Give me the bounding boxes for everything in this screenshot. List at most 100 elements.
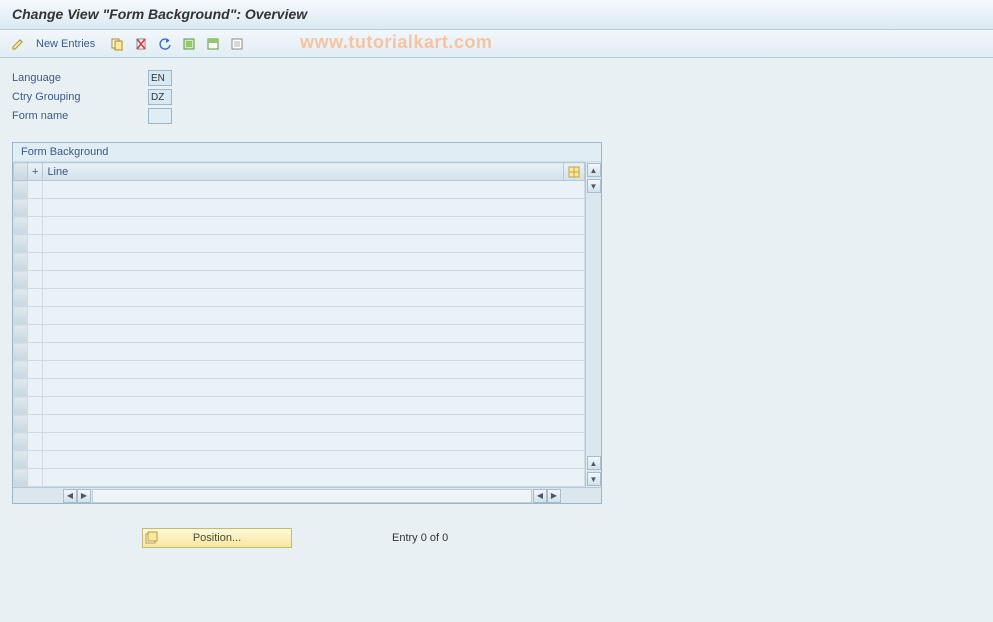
row-selector[interactable]	[14, 415, 28, 433]
horizontal-scrollbar[interactable]: ◀ ▶ ◀ ▶	[13, 487, 601, 503]
plus-cell[interactable]	[28, 181, 43, 199]
form-background-panel: Form Background + Line ▲ ▼	[12, 142, 602, 504]
plus-cell[interactable]	[28, 415, 43, 433]
scroll-right-icon[interactable]: ▶	[77, 489, 91, 503]
row-selector[interactable]	[14, 397, 28, 415]
select-block-icon[interactable]	[203, 34, 223, 54]
form-name-field[interactable]	[148, 108, 172, 124]
row-selector[interactable]	[14, 469, 28, 487]
line-cell[interactable]	[43, 307, 585, 325]
plus-column-header[interactable]: +	[28, 163, 43, 181]
footer-area: Position... Entry 0 of 0	[12, 528, 981, 548]
row-selector[interactable]	[14, 361, 28, 379]
row-selector[interactable]	[14, 181, 28, 199]
table-row	[14, 415, 585, 433]
copy-icon[interactable]	[107, 34, 127, 54]
row-selector[interactable]	[14, 343, 28, 361]
line-cell[interactable]	[43, 379, 585, 397]
line-cell[interactable]	[43, 433, 585, 451]
table-row	[14, 379, 585, 397]
plus-cell[interactable]	[28, 361, 43, 379]
plus-cell[interactable]	[28, 217, 43, 235]
plus-cell[interactable]	[28, 271, 43, 289]
undo-icon[interactable]	[155, 34, 175, 54]
line-cell[interactable]	[43, 415, 585, 433]
plus-cell[interactable]	[28, 397, 43, 415]
scroll-down-icon[interactable]: ▼	[587, 179, 601, 193]
row-selector[interactable]	[14, 433, 28, 451]
watermark-text: www.tutorialkart.com	[300, 32, 492, 53]
row-selector[interactable]	[14, 379, 28, 397]
content-area: Language Ctry Grouping Form name Form Ba…	[0, 58, 993, 560]
table-row	[14, 289, 585, 307]
deselect-all-icon[interactable]	[227, 34, 247, 54]
row-selector[interactable]	[14, 217, 28, 235]
toolbar: New Entries www.tutorialkart.com	[0, 30, 993, 58]
table-row	[14, 235, 585, 253]
plus-cell[interactable]	[28, 289, 43, 307]
line-cell[interactable]	[43, 469, 585, 487]
line-cell[interactable]	[43, 235, 585, 253]
table-row	[14, 469, 585, 487]
scroll-left-end-icon[interactable]: ◀	[533, 489, 547, 503]
row-selector[interactable]	[14, 325, 28, 343]
plus-cell[interactable]	[28, 469, 43, 487]
line-column-header[interactable]: Line	[43, 163, 564, 181]
page-title: Change View "Form Background": Overview	[0, 0, 993, 30]
table-row	[14, 307, 585, 325]
plus-cell[interactable]	[28, 325, 43, 343]
ctry-grouping-field[interactable]	[148, 89, 172, 105]
plus-cell[interactable]	[28, 343, 43, 361]
table-row	[14, 433, 585, 451]
table-row	[14, 451, 585, 469]
scroll-right-end-icon[interactable]: ▶	[547, 489, 561, 503]
toggle-display-change-icon[interactable]	[8, 34, 28, 54]
vertical-scrollbar[interactable]: ▲ ▼ ▲ ▼	[585, 162, 601, 487]
delete-icon[interactable]	[131, 34, 151, 54]
line-cell[interactable]	[43, 271, 585, 289]
table-row	[14, 199, 585, 217]
scroll-down-bottom-icon[interactable]: ▼	[587, 472, 601, 486]
select-all-icon[interactable]	[179, 34, 199, 54]
scroll-up-bottom-icon[interactable]: ▲	[587, 456, 601, 470]
row-selector[interactable]	[14, 289, 28, 307]
line-cell[interactable]	[43, 253, 585, 271]
plus-cell[interactable]	[28, 451, 43, 469]
row-selector[interactable]	[14, 235, 28, 253]
line-cell[interactable]	[43, 343, 585, 361]
line-cell[interactable]	[43, 217, 585, 235]
line-cell[interactable]	[43, 361, 585, 379]
plus-cell[interactable]	[28, 235, 43, 253]
row-selector-header[interactable]	[14, 163, 28, 181]
line-cell[interactable]	[43, 181, 585, 199]
table-row	[14, 271, 585, 289]
plus-cell[interactable]	[28, 199, 43, 217]
plus-cell[interactable]	[28, 253, 43, 271]
scroll-left-icon[interactable]: ◀	[63, 489, 77, 503]
language-field[interactable]	[148, 70, 172, 86]
grid-table: + Line	[13, 162, 585, 487]
row-selector[interactable]	[14, 451, 28, 469]
line-cell[interactable]	[43, 199, 585, 217]
line-cell[interactable]	[43, 397, 585, 415]
new-entries-button[interactable]: New Entries	[32, 38, 103, 50]
line-cell[interactable]	[43, 451, 585, 469]
form-name-label: Form name	[12, 110, 142, 122]
table-row	[14, 361, 585, 379]
position-button[interactable]: Position...	[142, 528, 292, 548]
row-selector[interactable]	[14, 307, 28, 325]
table-row	[14, 397, 585, 415]
line-cell[interactable]	[43, 289, 585, 307]
configure-columns-icon[interactable]	[564, 163, 585, 181]
plus-cell[interactable]	[28, 379, 43, 397]
table-row	[14, 343, 585, 361]
row-selector[interactable]	[14, 253, 28, 271]
position-icon	[145, 531, 159, 545]
plus-cell[interactable]	[28, 433, 43, 451]
row-selector[interactable]	[14, 271, 28, 289]
line-cell[interactable]	[43, 325, 585, 343]
plus-cell[interactable]	[28, 307, 43, 325]
row-selector[interactable]	[14, 199, 28, 217]
scroll-up-icon[interactable]: ▲	[587, 163, 601, 177]
table-row	[14, 181, 585, 199]
